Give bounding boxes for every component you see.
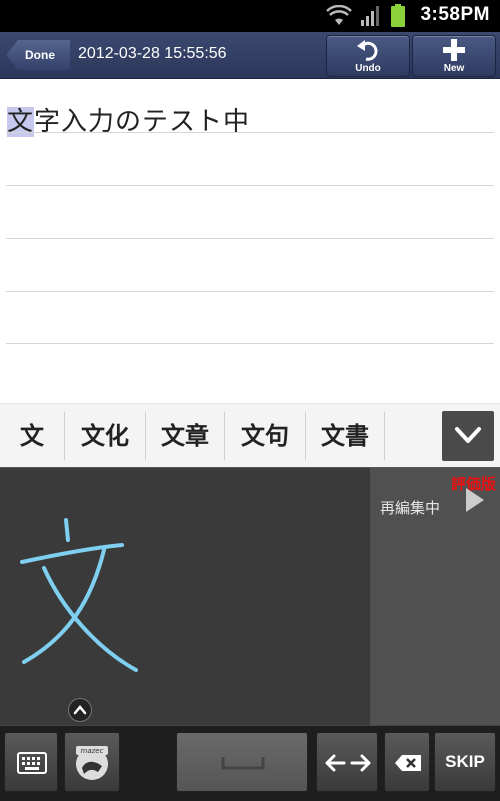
reedit-label: 再編集中	[380, 499, 441, 517]
status-bar: 3:58PM	[0, 0, 500, 32]
plus-icon	[443, 39, 465, 61]
chevron-up-icon	[73, 705, 87, 715]
new-button[interactable]: New	[412, 35, 496, 77]
candidate-5[interactable]: 文書	[306, 404, 384, 468]
keyboard-switch-button[interactable]	[4, 732, 58, 792]
handwriting-canvas[interactable]	[0, 467, 370, 726]
delete-key[interactable]	[384, 732, 430, 792]
scroll-up-button[interactable]	[68, 698, 92, 722]
mazec-logo-text: mazec	[81, 747, 104, 755]
backspace-icon	[395, 755, 421, 771]
play-icon[interactable]	[464, 486, 486, 514]
keyboard-icon	[17, 752, 47, 774]
reedit-panel[interactable]: 評価版 再編集中	[370, 467, 500, 726]
ruled-line	[6, 291, 494, 292]
undo-button[interactable]: Undo	[326, 35, 410, 77]
candidate-1[interactable]: 文	[0, 404, 64, 468]
space-bar-icon	[221, 757, 265, 770]
expand-candidates-button[interactable]	[442, 411, 494, 461]
keyboard-bar: mazec SKIP	[0, 725, 500, 801]
candidate-2[interactable]: 文化	[65, 404, 145, 468]
done-button[interactable]: Done	[6, 40, 70, 70]
arrow-left-right-icon	[325, 754, 371, 772]
candidate-bar: 文 文化 文章 文句 文書	[0, 403, 500, 468]
handwritten-stroke	[20, 518, 138, 672]
signal-icon	[361, 6, 379, 26]
action-bar: Done 2012-03-28 15:55:56 Undo New	[0, 32, 500, 79]
skip-button[interactable]: SKIP	[434, 732, 496, 792]
note-timestamp: 2012-03-28 15:55:56	[78, 45, 227, 62]
battery-icon	[391, 4, 405, 27]
ruled-line	[6, 238, 494, 239]
ruled-line	[6, 343, 494, 344]
cursor-arrow-keys[interactable]	[316, 732, 378, 792]
ruled-line	[6, 132, 494, 133]
wifi-icon	[326, 5, 352, 25]
note-editor[interactable]: 文字入力のテスト中	[0, 79, 500, 403]
ruled-line	[6, 185, 494, 186]
status-clock: 3:58PM	[420, 4, 490, 25]
skip-label: SKIP	[445, 752, 485, 771]
undo-label: Undo	[355, 63, 381, 74]
mazec-logo-icon: mazec	[76, 746, 108, 780]
candidate-3[interactable]: 文章	[146, 404, 224, 468]
space-key[interactable]	[176, 732, 308, 792]
candidate-divider	[384, 412, 385, 460]
new-label: New	[443, 63, 465, 74]
candidate-4[interactable]: 文句	[225, 404, 305, 468]
chevron-down-icon	[455, 427, 481, 443]
mazec-menu-button[interactable]: mazec	[64, 732, 120, 792]
undo-icon	[357, 40, 378, 61]
